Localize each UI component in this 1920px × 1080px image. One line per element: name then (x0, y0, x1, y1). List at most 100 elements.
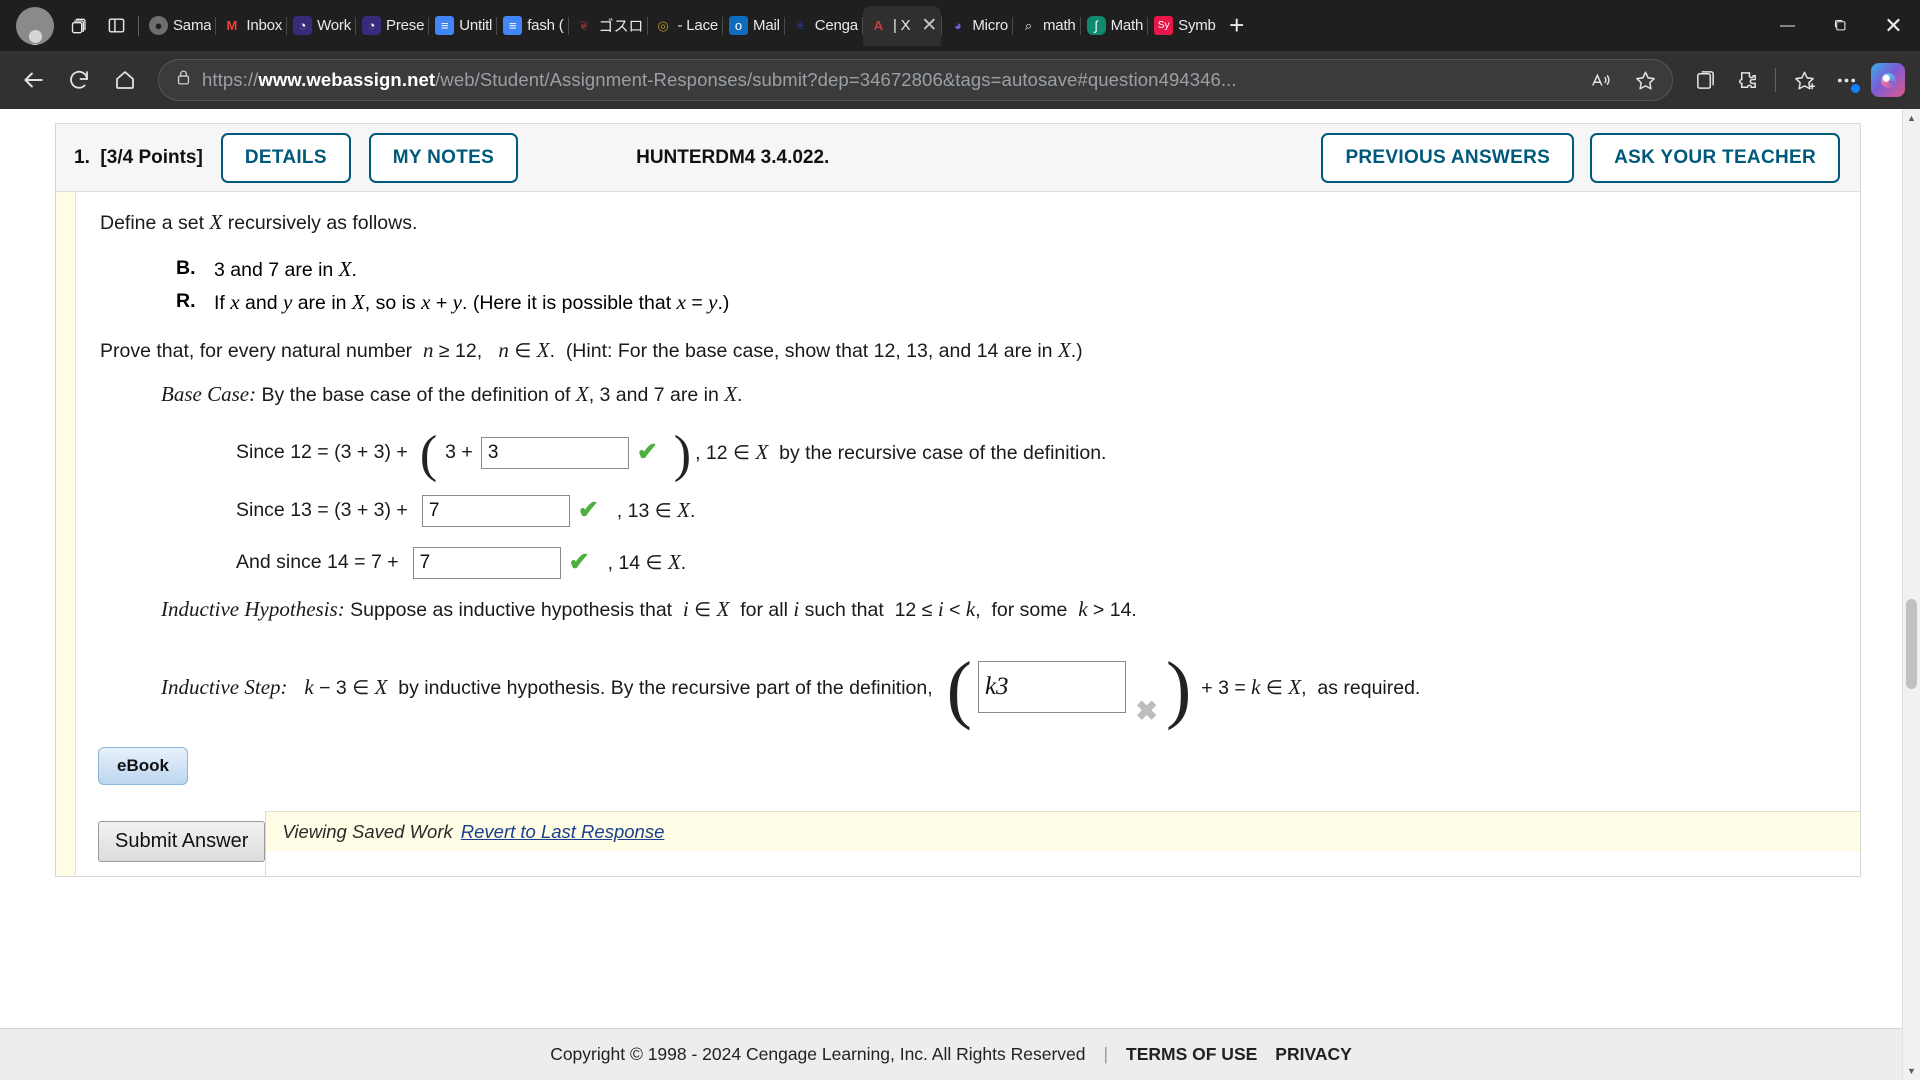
tab-divider (138, 15, 139, 36)
tab-list: ● Sama M Inbox ◔ Work ◔ Prese ≡ Untitl ≡ fash (❦ ゴスロ… (143, 5, 1220, 46)
tab-close-icon[interactable]: ✕ (921, 16, 937, 35)
toolbar-right-actions (1685, 60, 1908, 100)
browser-tab-13[interactable]: ∫ Math (1081, 6, 1148, 46)
step-1-lead: Since 12 = (3 + 3) + (236, 441, 408, 464)
inductive-step-post: + 3 = k ∈ X, as required. (1201, 674, 1421, 699)
submit-answer-button[interactable]: Submit Answer (98, 821, 266, 863)
tab-title: Work (317, 17, 352, 34)
browser-tab-6[interactable]: ❦ ゴスロ (569, 6, 647, 46)
step-3-tail: , 14 ∈ X. (607, 550, 687, 575)
browser-tab-11[interactable]: ◕ Micro (942, 6, 1012, 46)
tab-title: Prese (386, 17, 425, 34)
tab-strip: ● Sama M Inbox ◔ Work ◔ Prese ≡ Untitl ≡ fash (❦ ゴスロ… (0, 0, 1920, 51)
tab-title: Inbox (246, 17, 283, 34)
favorites-bar-icon[interactable] (1784, 60, 1824, 100)
tab-title: | X (892, 17, 911, 34)
address-bar[interactable]: https://www.webassign.net/web/Student/As… (158, 59, 1673, 101)
browser-tab-14[interactable]: Sy Symb (1148, 6, 1220, 46)
prove-statement: Prove that, for every natural number n ≥… (100, 337, 1083, 362)
scroll-down-arrow-icon[interactable]: ▼ (1903, 1062, 1920, 1080)
url-path: /web/Student/Assignment-Responses/submit… (435, 69, 1237, 90)
symbolab-icon: Sy (1154, 16, 1174, 35)
google-docs-icon: ≡ (503, 16, 523, 35)
minimize-button[interactable]: — (1761, 0, 1814, 51)
question-code: HUNTERDM4 3.4.022. (636, 146, 830, 168)
window-controls: — ✕ (1761, 0, 1920, 51)
maximize-button[interactable] (1814, 0, 1867, 51)
details-button[interactable]: DETAILS (220, 132, 351, 183)
browser-tab-12[interactable]: ⌕ math (1013, 6, 1080, 46)
extensions-icon[interactable] (1727, 60, 1767, 100)
powerpoint-icon: ◔ (362, 16, 382, 35)
cengage-icon: ✳ (794, 17, 806, 33)
copilot-icon[interactable] (1868, 60, 1908, 100)
tab-title: - Lace (677, 17, 719, 34)
rule-label-b: B. (176, 256, 196, 279)
browser-tab-8[interactable]: o Mail (723, 6, 784, 46)
inductive-step-row: Inductive Step: k − 3 ∈ X by inductive h… (76, 651, 1860, 727)
tab-title: fash ( (527, 17, 564, 34)
question-card: 1. [3/4 Points] DETAILS MY NOTES HUNTERD… (55, 123, 1861, 878)
problem-intro: Define a set X recursively as follows. (100, 210, 418, 234)
tab-title: ゴスロ (598, 18, 643, 35)
profile-avatar[interactable] (16, 6, 54, 45)
browser-tab-4[interactable]: ≡ Untitl (429, 6, 496, 46)
browser-tab-10[interactable]: A | X ✕ (862, 5, 942, 46)
browser-tab-3[interactable]: ◔ Prese (356, 6, 428, 46)
settings-more-icon[interactable] (1826, 60, 1866, 100)
back-icon[interactable] (12, 59, 54, 101)
tab-search-icon[interactable] (62, 8, 98, 44)
favorite-star-icon[interactable] (1628, 63, 1662, 97)
url-scheme: https:// (202, 69, 259, 90)
tab-title: Mail (753, 17, 780, 34)
close-button[interactable]: ✕ (1867, 0, 1920, 51)
browser-tab-7[interactable]: ◎ - Lace (648, 6, 723, 46)
tab-title: Symb (1178, 17, 1216, 34)
splat-icon: ❦ (578, 17, 590, 33)
saved-work-bar: Viewing Saved Work Revert to Last Respon… (266, 811, 1860, 852)
step-row-3: And since 14 = 7 + ✔ , 14 ∈ X. (76, 546, 1860, 579)
tab-title: Cenga (814, 17, 858, 34)
collections-icon[interactable] (1685, 60, 1725, 100)
my-notes-button[interactable]: MY NOTES (368, 132, 519, 183)
step-2-tail: , 13 ∈ X. (616, 498, 696, 523)
mathway-icon: ∫ (1086, 16, 1106, 35)
page-scrollbar[interactable]: ▲ ▼ (1902, 109, 1920, 1080)
copyright-text: Copyright © 1998 - 2024 Cengage Learning… (550, 1044, 1086, 1064)
read-aloud-icon[interactable] (1584, 63, 1618, 97)
previous-answers-button[interactable]: PREVIOUS ANSWERS (1321, 132, 1575, 183)
question-body: Define a set X recursively as follows. B… (56, 192, 1860, 877)
inductive-hypothesis-line: Inductive Hypothesis: Suppose as inducti… (76, 593, 1860, 626)
header-actions: PREVIOUS ANSWERS ASK YOUR TEACHER (1321, 132, 1840, 183)
browser-tab-2[interactable]: ◔ Work (287, 6, 355, 46)
refresh-icon[interactable] (58, 59, 100, 101)
inductive-hypothesis-text: Suppose as inductive hypothesis that i ∈… (350, 596, 1137, 621)
answer-input-inductive-step[interactable] (977, 661, 1126, 714)
privacy-link[interactable]: PRIVACY (1275, 1044, 1352, 1064)
browser-tab-9[interactable]: ✳ Cenga (785, 6, 862, 46)
tab-title: math (1043, 17, 1076, 34)
answer-input-3[interactable] (412, 546, 561, 579)
ebook-button[interactable]: eBook (98, 747, 188, 786)
step-1-inner-prefix: 3 + (445, 441, 473, 464)
scroll-up-arrow-icon[interactable]: ▲ (1903, 109, 1920, 127)
tab-title: Math (1110, 17, 1144, 34)
terms-of-use-link[interactable]: TERMS OF USE (1126, 1044, 1257, 1064)
set-variable-x: X (209, 210, 223, 234)
submit-zone: Submit Answer Viewing Saved Work Revert … (76, 811, 1860, 877)
step-1-tail: , 12 ∈ X by the recursive case of the de… (695, 440, 1107, 465)
revert-to-last-response-link[interactable]: Revert to Last Response (461, 821, 665, 843)
browser-tab-0[interactable]: ● Sama (143, 6, 215, 46)
ask-your-teacher-button[interactable]: ASK YOUR TEACHER (1590, 132, 1840, 183)
copyright-bar: Copyright © 1998 - 2024 Cengage Learning… (0, 1028, 1902, 1080)
new-tab-button[interactable]: + (1220, 9, 1254, 43)
answer-input-1[interactable] (480, 436, 629, 469)
split-screen-icon[interactable] (98, 8, 134, 44)
scrollbar-thumb[interactable] (1906, 599, 1917, 689)
browser-tab-5[interactable]: ≡ fash ( (497, 6, 567, 46)
base-case-label: Base Case: (161, 382, 257, 407)
copilot-icon: ◕ (953, 18, 962, 33)
answer-input-2[interactable] (421, 494, 570, 527)
home-icon[interactable] (104, 59, 146, 101)
browser-tab-1[interactable]: M Inbox (216, 6, 286, 46)
